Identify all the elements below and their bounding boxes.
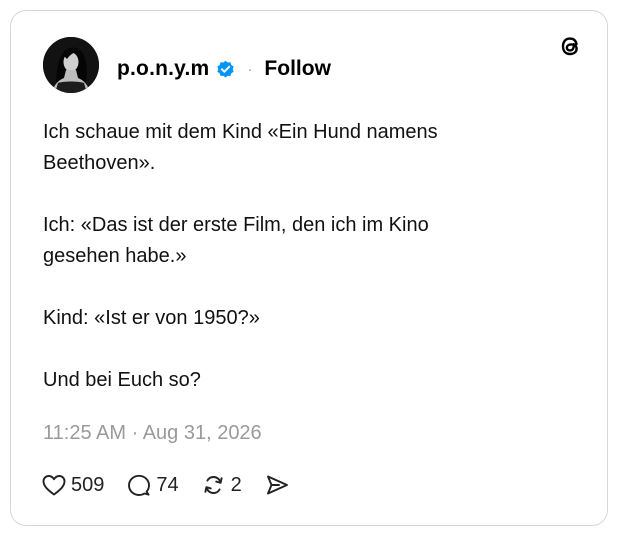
post-paragraph: Ich: «Das ist der erste Film, den ich im… <box>43 210 583 272</box>
post-paragraph: Kind: «Ist er von 1950?» <box>43 303 583 334</box>
share-button[interactable] <box>264 473 290 497</box>
heart-icon <box>41 473 67 497</box>
repost-button[interactable]: 2 <box>201 473 242 497</box>
avatar[interactable] <box>43 37 99 93</box>
post-line: Kind: «Ist er von 1950?» <box>43 307 260 329</box>
author-username[interactable]: p.o.n.y.m <box>117 57 209 81</box>
post-timestamp[interactable]: 11:25 AM · Aug 31, 2026 <box>43 422 262 445</box>
verified-badge-icon <box>216 60 235 79</box>
follow-button[interactable]: Follow <box>264 57 331 81</box>
comment-icon <box>126 473 152 497</box>
reply-button[interactable]: 74 <box>126 473 179 497</box>
like-count: 509 <box>71 473 105 496</box>
separator-dot: · <box>247 60 253 78</box>
post-header: p.o.n.y.m · Follow <box>117 55 331 83</box>
repost-count: 2 <box>230 473 242 496</box>
reply-count: 74 <box>156 473 179 496</box>
post-line: Ich: «Das ist der erste Film, den ich im… <box>43 214 429 236</box>
post-line: gesehen habe.» <box>43 245 187 267</box>
post-paragraph: Ich schaue mit dem Kind «Ein Hund namens… <box>43 117 583 179</box>
post-line: Beethoven». <box>43 152 156 174</box>
threads-logo-icon[interactable] <box>557 33 583 59</box>
avatar-photo-icon <box>43 37 99 93</box>
post-line: Und bei Euch so? <box>43 369 201 391</box>
post-paragraph: Und bei Euch so? <box>43 365 583 396</box>
like-button[interactable]: 509 <box>41 473 104 497</box>
post-actions: 509 74 2 <box>41 472 312 498</box>
post-text: Ich schaue mit dem Kind «Ein Hund namens… <box>43 117 583 427</box>
post-line: Ich schaue mit dem Kind «Ein Hund namens <box>43 121 438 143</box>
send-icon <box>264 473 290 497</box>
repost-icon <box>201 473 227 497</box>
threads-post-card: p.o.n.y.m · Follow Ich schaue mit dem Ki… <box>10 10 608 526</box>
